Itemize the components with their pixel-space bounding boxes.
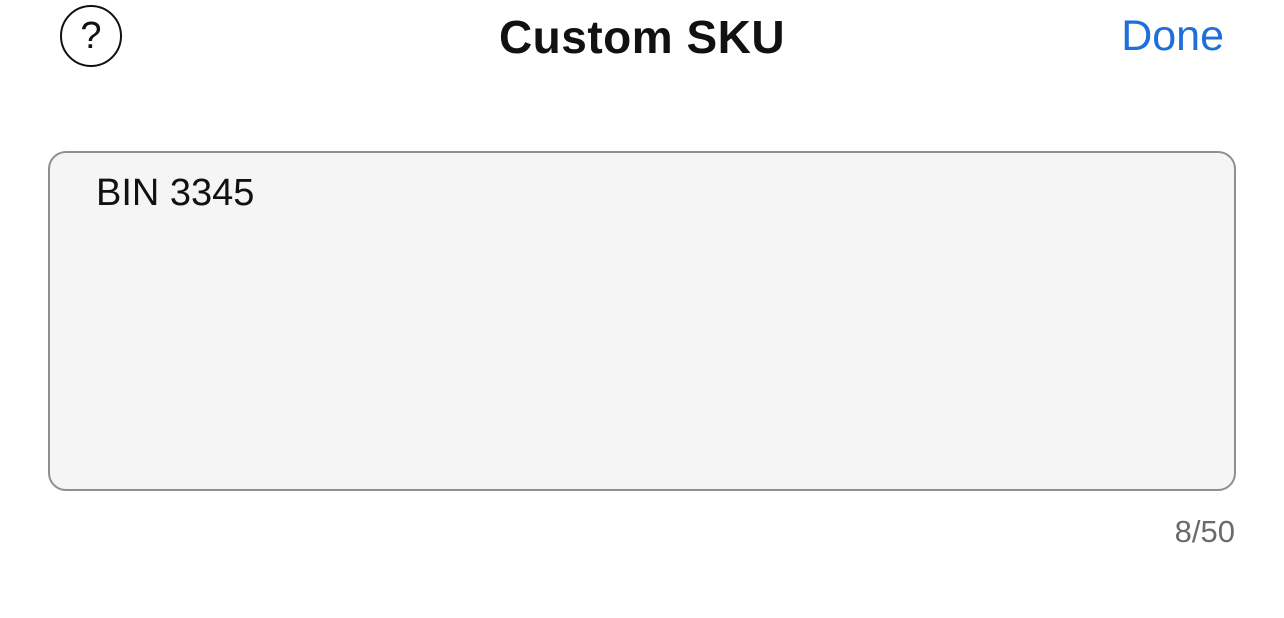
character-counter: 8/50: [1174, 514, 1235, 549]
done-button[interactable]: Done: [1121, 12, 1224, 61]
custom-sku-input[interactable]: BIN 3345: [48, 151, 1236, 491]
navigation-header: ? Custom SKU Done: [0, 0, 1284, 80]
page-title: Custom SKU: [498, 11, 786, 63]
